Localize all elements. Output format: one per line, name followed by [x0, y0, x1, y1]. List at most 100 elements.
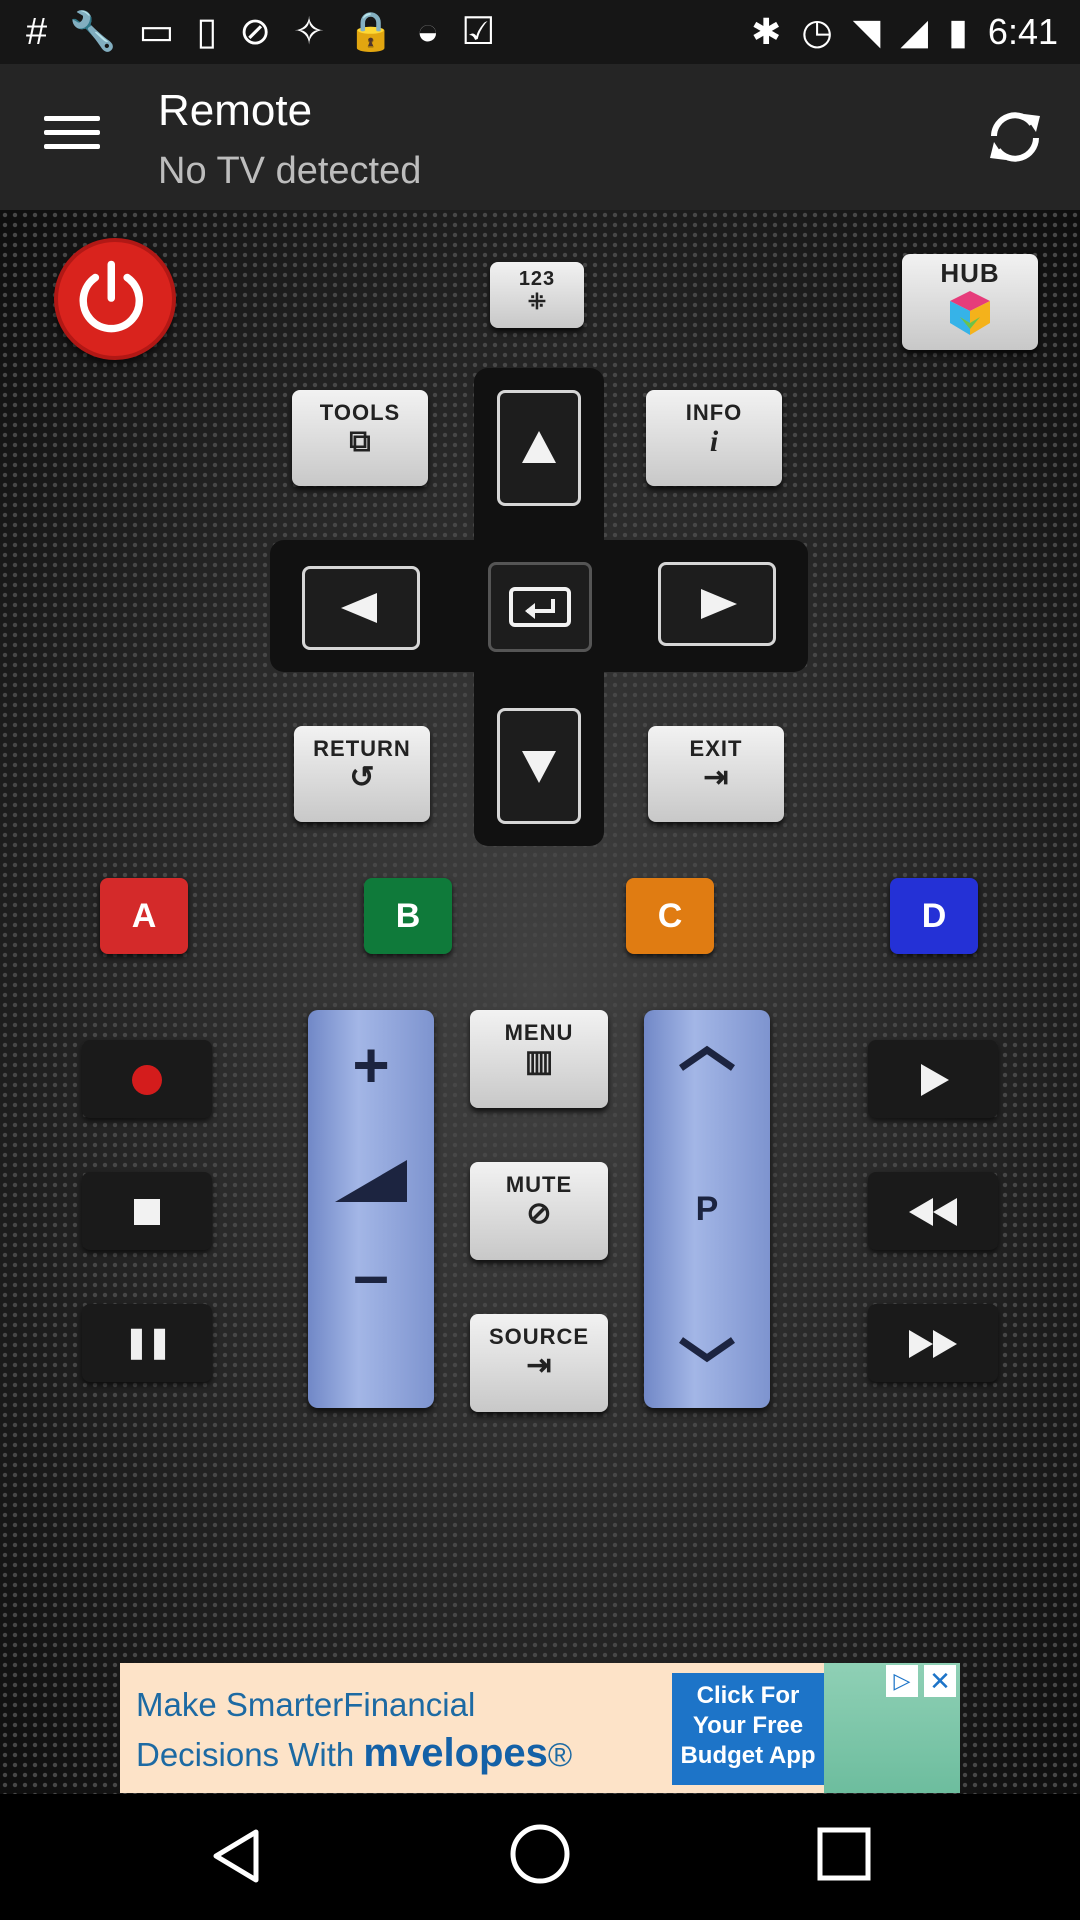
- wifi-icon: ◥: [852, 11, 881, 52]
- hub-cube-icon: [950, 291, 990, 335]
- dpad-left-button[interactable]: [302, 566, 420, 650]
- stop-icon: [134, 1199, 160, 1226]
- tv-status-subtitle: No TV detected: [158, 150, 422, 192]
- channel-rocker: P: [644, 1010, 770, 1408]
- back-icon[interactable]: [206, 1824, 270, 1888]
- android-icon: ◒: [416, 11, 440, 53]
- channel-label: P: [695, 1190, 719, 1228]
- mute-icon: ⊘: [526, 1197, 552, 1230]
- source-button[interactable]: SOURCE ⇥: [470, 1314, 608, 1412]
- color-button-c[interactable]: C: [626, 878, 714, 954]
- arrow-left-icon: [341, 593, 377, 623]
- alarm-icon: ◷: [801, 11, 833, 52]
- exit-label: EXIT: [689, 736, 743, 761]
- phone-icon: ▯: [196, 11, 218, 53]
- channel-down-button[interactable]: [644, 1288, 770, 1408]
- volume-up-button[interactable]: +: [308, 1010, 434, 1130]
- refresh-icon[interactable]: [980, 102, 1050, 172]
- smart-hub-button[interactable]: HUB: [902, 254, 1038, 350]
- satellite-icon: ✧: [293, 11, 325, 53]
- record-button[interactable]: [82, 1040, 212, 1118]
- hash-icon: #: [26, 11, 48, 53]
- tools-icon: ⧉: [349, 425, 371, 458]
- ad-cta-button[interactable]: Click For Your Free Budget App: [672, 1673, 824, 1785]
- ad-text: Make SmarterFinancial Decisions With mve…: [136, 1681, 656, 1779]
- recents-icon[interactable]: [814, 1824, 874, 1884]
- chevron-up-icon: [679, 1045, 735, 1071]
- ad-brand: mvelopes: [363, 1731, 548, 1775]
- power-button[interactable]: [54, 238, 176, 360]
- volume-down-button[interactable]: –: [308, 1215, 434, 1335]
- dpad-up-button[interactable]: [497, 390, 581, 506]
- stop-button[interactable]: [82, 1172, 212, 1250]
- fast-forward-icon: [909, 1330, 957, 1359]
- record-icon: [132, 1065, 162, 1096]
- mute-label: MUTE: [505, 1172, 573, 1197]
- numeric-keypad-button[interactable]: 123 ⁜: [490, 262, 584, 328]
- ad-close-icon[interactable]: ✕: [924, 1665, 956, 1697]
- return-label: RETURN: [313, 736, 411, 761]
- return-button[interactable]: RETURN ↺: [294, 726, 430, 822]
- keypad-grid-icon: ⁜: [527, 289, 547, 314]
- info-icon: i: [709, 425, 719, 458]
- bluetooth-icon: ✱: [751, 11, 782, 52]
- mute-button[interactable]: MUTE ⊘: [470, 1162, 608, 1260]
- inbox-icon: ☑: [461, 11, 496, 53]
- navigation-bar: [0, 1794, 1080, 1920]
- volume-rocker: + –: [308, 1010, 434, 1408]
- arrow-down-icon: [522, 751, 556, 783]
- dpad-down-button[interactable]: [497, 708, 581, 824]
- ad-banner[interactable]: Make SmarterFinancial Decisions With mve…: [120, 1663, 960, 1793]
- dpad-enter-button[interactable]: [488, 562, 592, 652]
- play-icon: [921, 1064, 949, 1097]
- lock-icon: 🔒: [346, 11, 395, 53]
- source-label: SOURCE: [488, 1324, 590, 1349]
- tools-label: TOOLS: [319, 400, 401, 425]
- exit-icon: ⇥: [703, 761, 729, 794]
- hamburger-menu-icon[interactable]: [44, 116, 100, 156]
- color-button-a[interactable]: A: [100, 878, 188, 954]
- pause-button[interactable]: ❚❚: [82, 1304, 212, 1382]
- exit-button[interactable]: EXIT ⇥: [648, 726, 784, 822]
- ad-line-1: Make SmarterFinancial: [136, 1686, 476, 1723]
- app-bar: Remote No TV detected: [0, 64, 1080, 210]
- status-bar: # 🔧 ▭ ▯ ⊘ ✧ 🔒 ◒ ☑ ✱ ◷ ◥ ◢ ▮ 6:41: [0, 0, 1080, 64]
- home-icon[interactable]: [508, 1822, 572, 1886]
- clock: 6:41: [987, 11, 1058, 52]
- notification-icons: # 🔧 ▭ ▯ ⊘ ✧ 🔒 ◒ ☑: [26, 10, 495, 54]
- power-icon: [79, 260, 144, 333]
- tools-button[interactable]: TOOLS ⧉: [292, 390, 428, 486]
- dpad-right-button[interactable]: [658, 562, 776, 646]
- source-icon: ⇥: [526, 1349, 552, 1382]
- cast-icon: ▭: [138, 11, 175, 53]
- fast-forward-button[interactable]: [868, 1304, 998, 1382]
- wrench-icon: 🔧: [69, 11, 117, 53]
- ad-line-2-prefix: Decisions With: [136, 1736, 364, 1773]
- info-label: INFO: [685, 400, 743, 425]
- ad-choices-icon[interactable]: ▷: [886, 1665, 918, 1697]
- menu-button[interactable]: MENU ▥: [470, 1010, 608, 1108]
- app-title: Remote: [158, 86, 313, 135]
- arrow-right-icon: [701, 589, 737, 619]
- color-button-d[interactable]: D: [890, 878, 978, 954]
- chevron-down-icon: [679, 1337, 735, 1363]
- rewind-button[interactable]: [868, 1172, 998, 1250]
- volume-level-icon: [335, 1160, 407, 1202]
- channel-up-button[interactable]: [644, 1010, 770, 1130]
- return-icon: ↺: [349, 761, 375, 794]
- menu-grid-icon: ▥: [524, 1045, 554, 1078]
- color-button-b[interactable]: B: [364, 878, 452, 954]
- signal-icon: ◢: [900, 11, 929, 52]
- keypad-label: 123: [518, 268, 556, 290]
- play-button[interactable]: [868, 1040, 998, 1118]
- remote-panel: 123 ⁜ HUB TOOLS ⧉ INFO i RETURN ↺ EXIT ⇥…: [0, 210, 1080, 1794]
- enter-icon: [509, 587, 571, 627]
- battery-icon: ▮: [948, 11, 968, 52]
- arrow-up-icon: [522, 431, 556, 463]
- pause-icon: ❚❚: [123, 1326, 172, 1359]
- system-icons: ✱ ◷ ◥ ◢ ▮ 6:41: [751, 10, 1058, 54]
- info-button[interactable]: INFO i: [646, 390, 782, 486]
- rewind-icon: [909, 1198, 957, 1227]
- ad-brand-suffix: ®: [547, 1736, 573, 1773]
- menu-label: MENU: [504, 1020, 574, 1045]
